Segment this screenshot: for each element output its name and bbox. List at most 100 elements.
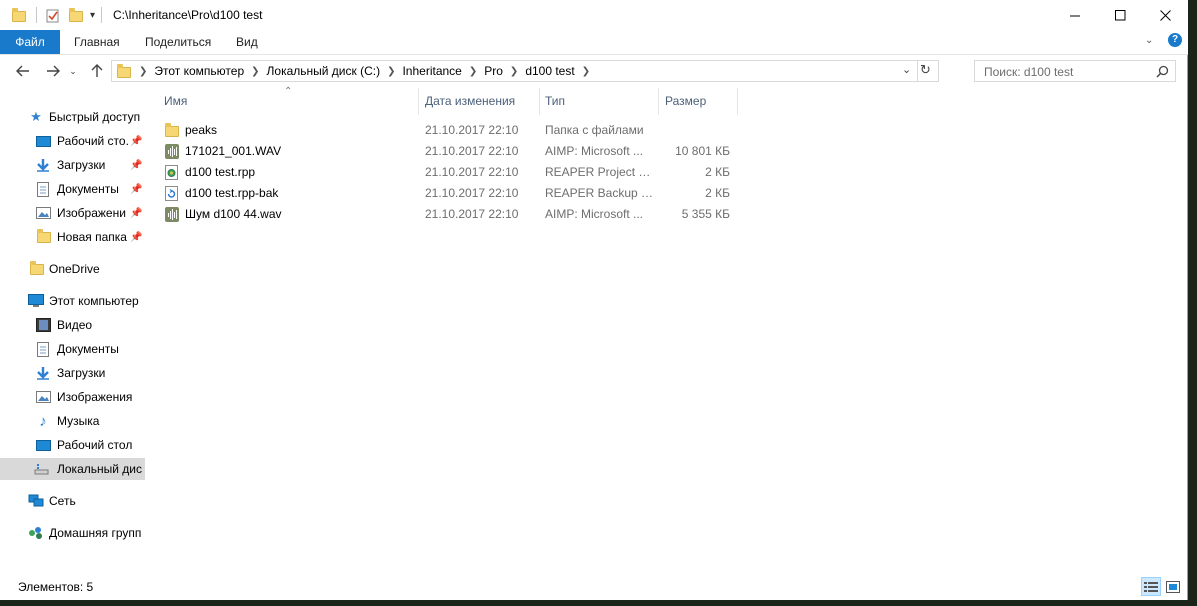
forward-button[interactable] xyxy=(44,63,62,79)
help-icon[interactable]: ? xyxy=(1168,33,1182,47)
sidebar-item-label: Сеть xyxy=(49,494,76,508)
column-header-size[interactable]: Размер xyxy=(665,88,735,115)
file-row[interactable]: d100 test.rpp-bak 21.10.2017 22:10 REAPE… xyxy=(156,183,746,204)
file-row[interactable]: 171021_001.WAV 21.10.2017 22:10 AIMP: Mi… xyxy=(156,141,746,162)
tab-home[interactable]: Главная xyxy=(74,30,120,54)
maximize-button[interactable] xyxy=(1097,0,1143,30)
file-row[interactable]: d100 test.rpp 21.10.2017 22:10 REAPER Pr… xyxy=(156,162,746,183)
video-icon xyxy=(35,317,51,333)
column-header-date[interactable]: Дата изменения xyxy=(425,88,535,115)
search-box[interactable]: Поиск: d100 test xyxy=(974,60,1176,82)
sidebar-item-desktop[interactable]: Рабочий стол xyxy=(0,434,145,456)
sidebar-item-downloads[interactable]: Загрузки xyxy=(0,362,145,384)
column-divider[interactable] xyxy=(539,88,540,115)
address-bar[interactable]: ❯ Этот компьютер ❯ Локальный диск (C:) ❯… xyxy=(111,60,939,82)
breadcrumb-this-pc[interactable]: Этот компьютер xyxy=(149,64,249,78)
pin-icon[interactable]: 📌 xyxy=(130,136,142,147)
navigation-bar: ⌄ ❯ Этот компьютер ❯ Локальный диск (C:)… xyxy=(0,55,1188,87)
search-input[interactable]: Поиск: d100 test xyxy=(984,65,1073,79)
file-row[interactable]: Шум d100 44.wav 21.10.2017 22:10 AIMP: M… xyxy=(156,204,746,225)
sidebar-item-label: Рабочий стол xyxy=(57,438,133,452)
sidebar-item-label: Локальный дис xyxy=(57,462,142,476)
ribbon-tabs: Файл Главная Поделиться Вид ⌄ ? xyxy=(0,30,1188,55)
column-divider[interactable] xyxy=(658,88,659,115)
sidebar-item-label: Этот компьютер xyxy=(49,294,139,308)
column-header-name[interactable]: Имя xyxy=(164,88,414,115)
close-icon xyxy=(1159,9,1171,21)
file-date: 21.10.2017 22:10 xyxy=(425,165,519,179)
column-divider[interactable] xyxy=(418,88,419,115)
sidebar-item-label: Домашняя групп xyxy=(49,526,142,540)
download-icon xyxy=(35,365,51,381)
chevron-right-icon[interactable]: ❯ xyxy=(385,66,397,77)
sidebar-item-desktop-pinned[interactable]: Рабочий сто. 📌 xyxy=(0,130,145,152)
sidebar-item-pictures[interactable]: Изображения xyxy=(0,386,145,408)
sidebar-item-local-disk[interactable]: Локальный дис xyxy=(0,458,145,480)
sidebar-item-documents[interactable]: Документы xyxy=(0,338,145,360)
status-bar: Элементов: 5 xyxy=(0,574,1188,600)
pictures-icon xyxy=(35,205,51,221)
breadcrumb-d100-test[interactable]: d100 test xyxy=(520,64,579,78)
quick-access-toolbar: ▾ xyxy=(12,6,103,24)
chevron-right-icon[interactable]: ❯ xyxy=(249,66,261,77)
sidebar-item-video[interactable]: Видео xyxy=(0,314,145,336)
sidebar-item-music[interactable]: ♪ Музыка xyxy=(0,410,145,432)
large-icons-view-button[interactable] xyxy=(1163,577,1183,596)
audio-file-icon xyxy=(165,144,181,160)
arrow-up-icon xyxy=(91,64,103,77)
sidebar-item-label: Загрузки xyxy=(57,158,106,172)
file-size: 2 КБ xyxy=(705,186,730,200)
file-list: ⌃ Имя Дата изменения Тип Размер peaks 21… xyxy=(156,86,1176,573)
chevron-right-icon[interactable]: ❯ xyxy=(580,66,592,77)
pin-icon[interactable]: 📌 xyxy=(130,208,142,219)
sidebar-item-downloads-pinned[interactable]: Загрузки 📌 xyxy=(0,154,145,176)
sidebar-item-pictures-pinned[interactable]: Изображени 📌 xyxy=(0,202,145,224)
refresh-icon[interactable]: ↻ xyxy=(920,62,931,78)
sidebar-item-homegroup[interactable]: Домашняя групп xyxy=(0,522,145,544)
sidebar-item-network[interactable]: Сеть xyxy=(0,490,145,512)
sidebar-item-this-pc[interactable]: Этот компьютер xyxy=(0,290,145,312)
chevron-right-icon[interactable]: ❯ xyxy=(137,66,149,77)
file-date: 21.10.2017 22:10 xyxy=(425,144,519,158)
pin-icon[interactable]: 📌 xyxy=(130,160,142,171)
breadcrumb-inheritance[interactable]: Inheritance xyxy=(397,64,466,78)
new-folder-icon[interactable] xyxy=(69,8,83,22)
chevron-right-icon[interactable]: ❯ xyxy=(467,66,479,77)
homegroup-icon xyxy=(28,525,44,541)
breadcrumb-local-disk[interactable]: Локальный диск (C:) xyxy=(262,64,386,78)
minimize-button[interactable] xyxy=(1052,0,1098,30)
chevron-down-icon[interactable]: ⌄ xyxy=(1145,35,1153,46)
customize-dropdown-icon[interactable]: ▾ xyxy=(90,10,95,21)
file-type: Папка с файлами xyxy=(545,123,644,137)
sidebar-item-quick-access[interactable]: ★ Быстрый доступ xyxy=(0,106,145,128)
file-size: 5 355 КБ xyxy=(681,207,730,221)
sidebar-item-documents-pinned[interactable]: Документы 📌 xyxy=(0,178,145,200)
file-type: AIMP: Microsoft ... xyxy=(545,144,644,158)
sidebar-item-label: Документы xyxy=(57,182,119,196)
chevron-right-icon[interactable]: ❯ xyxy=(508,66,520,77)
sidebar-item-onedrive[interactable]: OneDrive xyxy=(0,258,145,280)
properties-icon[interactable] xyxy=(46,8,60,23)
tab-view[interactable]: Вид xyxy=(236,30,258,54)
tab-share[interactable]: Поделиться xyxy=(145,30,211,54)
sidebar-item-new-folder-pinned[interactable]: Новая папка 📌 xyxy=(0,226,145,248)
column-header-type[interactable]: Тип xyxy=(545,88,655,115)
up-button[interactable] xyxy=(88,63,106,79)
pin-icon[interactable]: 📌 xyxy=(130,232,142,243)
back-button[interactable] xyxy=(14,63,32,79)
address-history-dropdown-icon[interactable]: ⌄ xyxy=(902,63,911,76)
close-button[interactable] xyxy=(1142,0,1188,30)
search-icon[interactable] xyxy=(1156,65,1169,78)
file-row[interactable]: peaks 21.10.2017 22:10 Папка с файлами xyxy=(156,120,746,141)
download-icon xyxy=(35,157,51,173)
column-divider[interactable] xyxy=(737,88,738,115)
details-view-button[interactable] xyxy=(1141,577,1161,596)
breadcrumb-pro[interactable]: Pro xyxy=(479,64,508,78)
sidebar-item-label: Музыка xyxy=(57,414,100,428)
audio-file-icon xyxy=(165,207,181,223)
large-icons-view-icon xyxy=(1166,580,1180,593)
pin-icon[interactable]: 📌 xyxy=(130,184,142,195)
recent-locations-button[interactable]: ⌄ xyxy=(68,63,78,79)
tab-file[interactable]: Файл xyxy=(0,30,60,54)
folder-icon xyxy=(12,8,26,22)
